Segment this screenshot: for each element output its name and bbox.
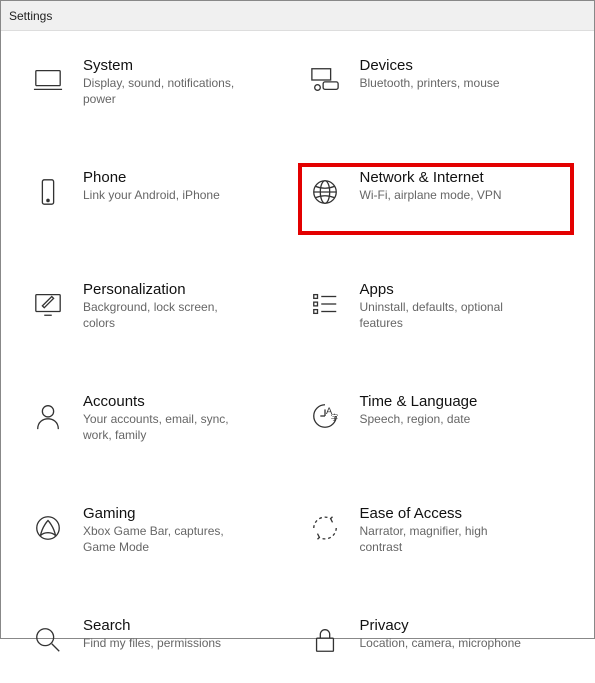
ease-of-access-icon [304,507,346,549]
tile-text: Network & Internet Wi-Fi, airplane mode,… [360,169,502,204]
tile-text: System Display, sound, notifications, po… [83,57,253,107]
tile-title: Ease of Access [360,505,530,522]
tile-text: Personalization Background, lock screen,… [83,281,253,331]
tile-title: Gaming [83,505,253,522]
tile-text: Ease of Access Narrator, magnifier, high… [360,505,530,555]
tile-subtitle: Uninstall, defaults, optional features [360,300,530,331]
privacy-icon [304,619,346,661]
tile-subtitle: Background, lock screen, colors [83,300,253,331]
tile-subtitle: Xbox Game Bar, captures, Game Mode [83,524,253,555]
tile-title: Apps [360,281,530,298]
tile-subtitle: Your accounts, email, sync, work, family [83,412,253,443]
tile-subtitle: Link your Android, iPhone [83,188,220,204]
system-icon [27,59,69,101]
tile-text: Devices Bluetooth, printers, mouse [360,57,500,92]
tile-apps[interactable]: Apps Uninstall, defaults, optional featu… [298,275,575,347]
tile-ease-of-access[interactable]: Ease of Access Narrator, magnifier, high… [298,499,575,571]
tile-subtitle: Narrator, magnifier, high contrast [360,524,530,555]
tile-devices[interactable]: Devices Bluetooth, printers, mouse [298,51,575,123]
tile-search[interactable]: Search Find my files, permissions [21,611,298,683]
tile-subtitle: Find my files, permissions [83,636,221,652]
tile-text: Apps Uninstall, defaults, optional featu… [360,281,530,331]
tile-title: Phone [83,169,220,186]
devices-icon [304,59,346,101]
settings-grid: System Display, sound, notifications, po… [21,51,574,683]
tile-privacy[interactable]: Privacy Location, camera, microphone [298,611,575,683]
time-language-icon: A字 [304,395,346,437]
tile-gaming[interactable]: Gaming Xbox Game Bar, captures, Game Mod… [21,499,298,571]
tile-accounts[interactable]: Accounts Your accounts, email, sync, wor… [21,387,298,459]
tile-title: Time & Language [360,393,478,410]
tile-title: Search [83,617,221,634]
tile-title: System [83,57,253,74]
tile-subtitle: Location, camera, microphone [360,636,521,652]
window-titlebar: Settings [1,1,594,31]
tile-subtitle: Bluetooth, printers, mouse [360,76,500,92]
phone-icon [27,171,69,213]
tile-subtitle: Wi-Fi, airplane mode, VPN [360,188,502,204]
tile-text: Time & Language Speech, region, date [360,393,478,428]
tile-text: Phone Link your Android, iPhone [83,169,220,204]
tile-personalization[interactable]: Personalization Background, lock screen,… [21,275,298,347]
tile-title: Accounts [83,393,253,410]
tile-text: Accounts Your accounts, email, sync, wor… [83,393,253,443]
tile-subtitle: Speech, region, date [360,412,478,428]
tile-text: Gaming Xbox Game Bar, captures, Game Mod… [83,505,253,555]
tile-title: Devices [360,57,500,74]
tile-title: Network & Internet [360,169,502,186]
gaming-icon [27,507,69,549]
accounts-icon [27,395,69,437]
apps-icon [304,283,346,325]
tile-system[interactable]: System Display, sound, notifications, po… [21,51,298,123]
search-icon [27,619,69,661]
settings-content: System Display, sound, notifications, po… [1,31,594,683]
tile-title: Personalization [83,281,253,298]
tile-title: Privacy [360,617,521,634]
network-icon [304,171,346,213]
tile-text: Privacy Location, camera, microphone [360,617,521,652]
tile-text: Search Find my files, permissions [83,617,221,652]
tile-network[interactable]: Network & Internet Wi-Fi, airplane mode,… [298,163,575,235]
personalization-icon [27,283,69,325]
tile-subtitle: Display, sound, notifications, power [83,76,253,107]
tile-time-language[interactable]: A字 Time & Language Speech, region, date [298,387,575,459]
tile-phone[interactable]: Phone Link your Android, iPhone [21,163,298,235]
svg-text:字: 字 [330,412,338,422]
window-title: Settings [9,9,52,23]
